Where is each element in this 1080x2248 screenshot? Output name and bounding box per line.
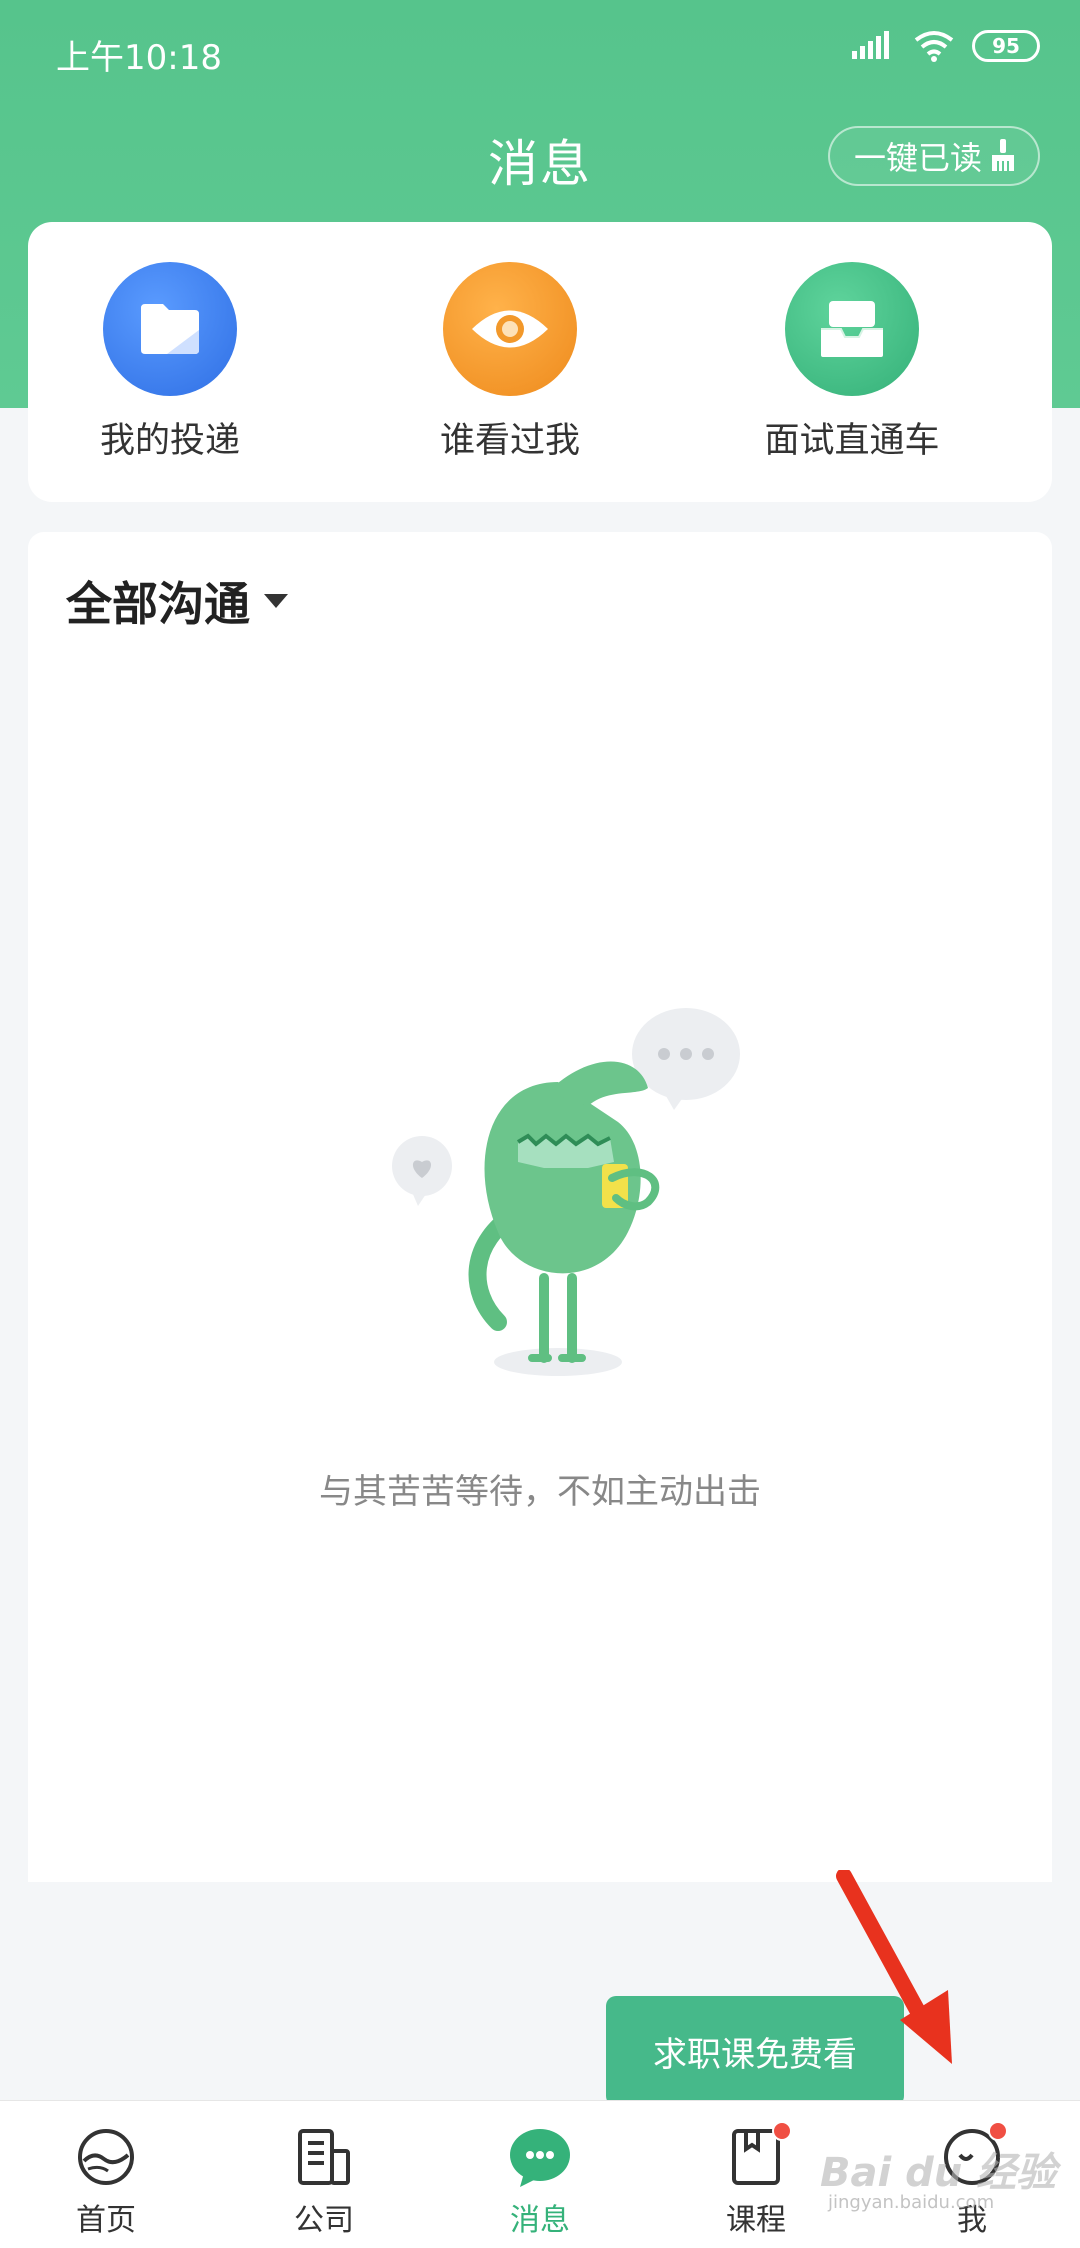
wifi-icon: [914, 31, 954, 62]
tab-label: 消息: [510, 2203, 570, 2238]
filter-label: 全部沟通: [66, 577, 250, 631]
broom-icon: [992, 139, 1014, 171]
chat-list-card: 全部沟通 与其苦苦等待，不如主动出击: [28, 532, 1052, 1882]
tab-label: 公司: [294, 2203, 354, 2238]
tab-home[interactable]: 首页: [26, 2125, 186, 2239]
quick-action-interview-express[interactable]: 面试直通车: [722, 262, 982, 463]
notification-badge: [772, 2121, 792, 2141]
status-bar: 上午10:18 95: [0, 0, 1080, 100]
status-time: 上午10:18: [56, 38, 222, 78]
eye-icon: [443, 262, 577, 396]
inbox-tray-icon: [785, 262, 919, 396]
conversation-filter-dropdown[interactable]: 全部沟通: [66, 568, 288, 634]
quick-action-label: 面试直通车: [764, 421, 940, 461]
mark-all-read-label: 一键已读: [853, 139, 982, 177]
battery-indicator: 95: [972, 30, 1040, 62]
chat-bubble-icon: [508, 2125, 572, 2189]
tab-company[interactable]: 公司: [244, 2125, 404, 2239]
caret-down-icon: [264, 594, 288, 608]
quick-actions-card: 我的投递 谁看过我 面试直通车: [28, 222, 1052, 502]
quick-action-who-viewed-me[interactable]: 谁看过我: [380, 262, 640, 463]
quick-action-label: 谁看过我: [439, 421, 580, 461]
building-icon: [292, 2125, 356, 2189]
notification-badge: [988, 2121, 1008, 2141]
tab-messages[interactable]: 消息: [460, 2125, 620, 2239]
tab-label: 课程: [726, 2203, 786, 2238]
empty-state-message: 与其苦苦等待，不如主动出击: [319, 1472, 761, 1512]
title-bar: 消息 一键已读: [0, 110, 1080, 210]
quick-action-label: 我的投递: [99, 421, 240, 461]
quick-action-my-applications[interactable]: 我的投递: [40, 262, 300, 463]
mark-all-read-button[interactable]: 一键已读: [827, 126, 1040, 186]
signal-icon: [852, 31, 889, 59]
promo-label: 求职课免费看: [653, 2034, 857, 2075]
folder-icon: [103, 262, 237, 396]
tab-label: 首页: [76, 2203, 136, 2238]
tab-courses[interactable]: 课程: [676, 2121, 836, 2239]
watermark-url: jingyan.baidu.com: [828, 2192, 995, 2213]
status-icons: 95: [852, 30, 1040, 62]
annotation-arrow-icon: [836, 1870, 952, 2064]
watermark-logo: Bai du 经验: [820, 2150, 1057, 2196]
book-icon: [724, 2121, 792, 2189]
home-wave-icon: [74, 2125, 138, 2189]
empty-state-illustration: [392, 1008, 740, 1376]
